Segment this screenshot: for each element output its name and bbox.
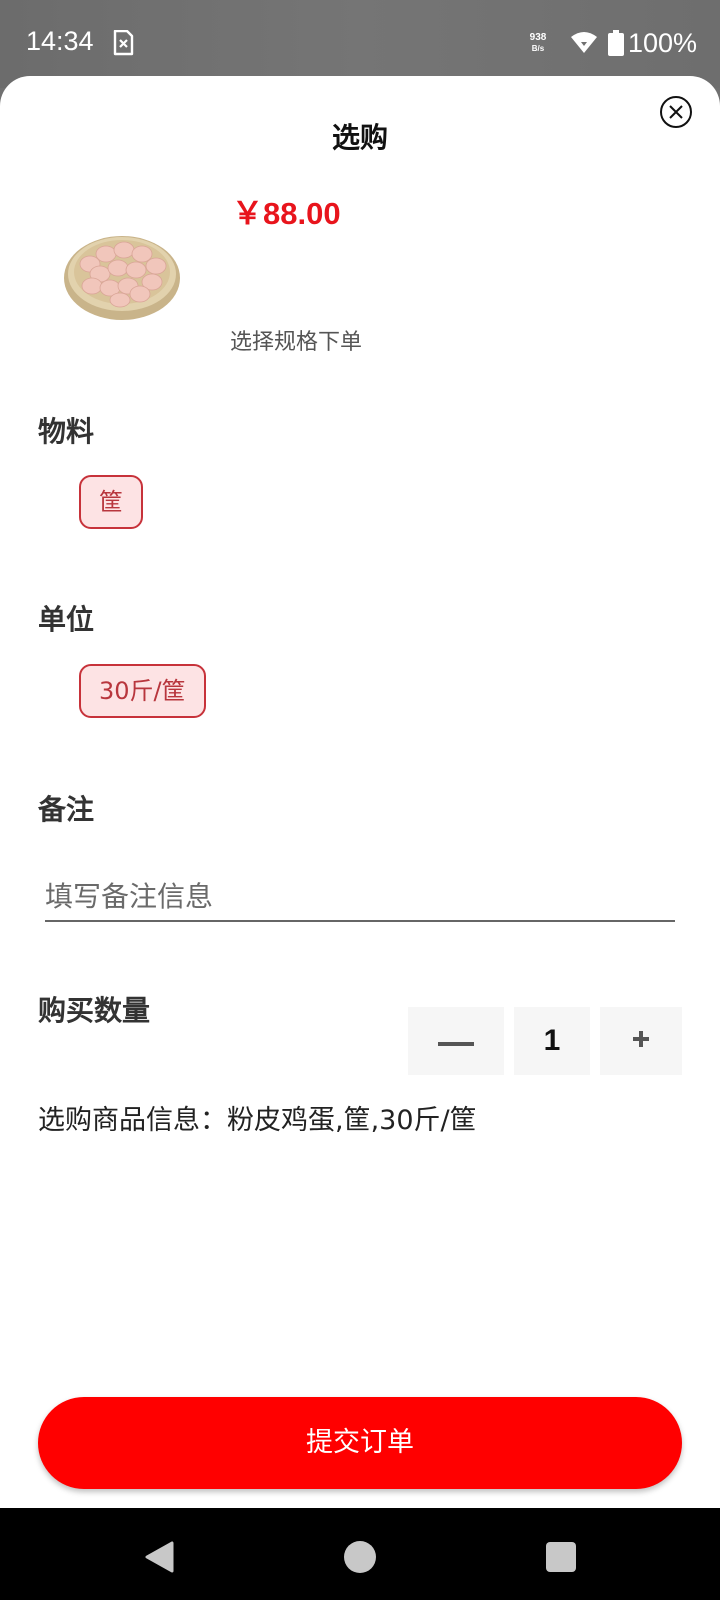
navigation-bar	[0, 1508, 720, 1600]
back-icon[interactable]	[144, 1541, 174, 1577]
minus-icon	[438, 1032, 474, 1051]
network-speed-value: 938	[529, 32, 547, 43]
close-icon[interactable]	[660, 96, 692, 128]
increase-quantity-button[interactable]	[600, 1007, 682, 1075]
network-speed-unit: B/s	[531, 44, 545, 53]
wifi-icon	[570, 30, 598, 54]
unit-option-chip[interactable]: 30斤/筐	[79, 664, 206, 718]
quantity-value: 1	[543, 1024, 561, 1057]
unit-label: 单位	[38, 603, 95, 636]
remark-input[interactable]	[45, 876, 675, 922]
order-summary: 选购商品信息：粉皮鸡蛋,筐,30斤/筐	[38, 1105, 477, 1136]
quantity-value-box[interactable]: 1	[514, 1007, 590, 1075]
product-hint: 选择规格下单	[230, 330, 363, 355]
decrease-quantity-button[interactable]	[408, 1007, 504, 1075]
status-bar: 14:34 938 B/s 100%	[0, 0, 720, 88]
plus-icon	[632, 1030, 650, 1052]
product-image	[60, 216, 184, 326]
sheet-title: 选购	[331, 121, 388, 154]
recent-apps-icon[interactable]	[546, 1542, 576, 1572]
battery-percentage: 100%	[628, 28, 698, 58]
submit-order-button[interactable]: 提交订单	[38, 1397, 682, 1489]
material-option-chip[interactable]: 筐	[79, 475, 143, 529]
network-speed: 938 B/s	[526, 32, 550, 54]
sim-card-icon	[112, 29, 134, 56]
battery-icon	[608, 30, 624, 56]
status-time: 14:34	[26, 26, 94, 56]
quantity-label: 购买数量	[38, 994, 151, 1027]
material-label: 物料	[38, 415, 95, 448]
product-price: ￥88.00	[232, 196, 341, 231]
remark-label: 备注	[38, 793, 95, 826]
home-icon[interactable]	[344, 1541, 376, 1573]
purchase-sheet: 选购 ￥88.00 选择规格下单 物料 筐 单位 30斤/筐 备注 填写备注信息…	[0, 76, 720, 1508]
